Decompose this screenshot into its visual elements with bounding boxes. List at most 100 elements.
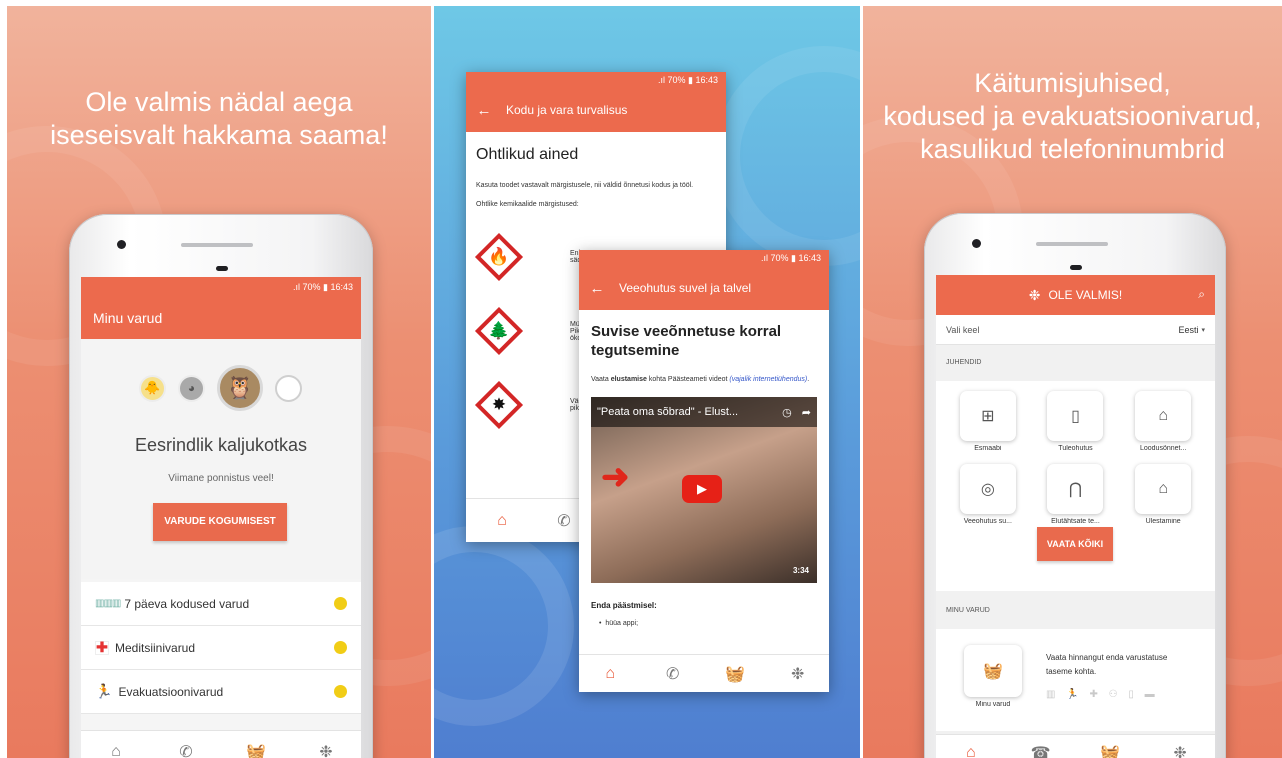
page-title: Minu varud	[93, 310, 163, 326]
water-bottles-icon: ▥▥▥	[95, 598, 121, 609]
app-bar: ❉ OLE VALMIS! ⌕	[936, 275, 1215, 315]
guide-card-water-safety: .ıl 70% ▮ 16:43 ← Veeohutus suvel ja tal…	[579, 250, 829, 692]
status-dot	[334, 641, 347, 654]
tile-vital-services[interactable]: ⋂ Elutähtsate te...	[1032, 464, 1120, 525]
basket-icon[interactable]: 🧺	[723, 662, 747, 686]
list-item-evacuation-supplies[interactable]: 🏃 Evakuatsioonivarud	[81, 670, 361, 714]
locked-badge-icon[interactable]	[275, 374, 302, 402]
article-body: Suvise veeõnnetuse korral tegutsemine Va…	[579, 310, 829, 627]
badge-row: 🐥 ◕ 🦉	[139, 365, 302, 411]
list-item-medical-supplies[interactable]: ✚ Meditsiinivarud	[81, 626, 361, 670]
status-bar: .ıl 70% ▮ 16:43	[761, 253, 821, 263]
language-value: Eesti	[1178, 324, 1199, 335]
article-subheading: Enda päästmisel:	[591, 601, 657, 610]
section-label: JUHENDID	[946, 359, 982, 366]
phone-frame: .ıl 70% ▮ 16:43 Minu varud 🐥 ◕ 🦉 Eesrind…	[69, 214, 373, 758]
language-selector[interactable]: Vali keel Eesti ▾	[936, 315, 1215, 345]
supplies-description: Vaata hinnangut enda varustatuse taseme …	[1046, 653, 1168, 676]
tile-natural-disasters[interactable]: ⌂ Loodusõnnet...	[1119, 391, 1207, 452]
app-logo-icon[interactable]: ❉	[786, 662, 810, 686]
status-dot	[334, 597, 347, 610]
red-arrow-icon: ➜	[601, 458, 630, 496]
header: .ıl 70% ▮ 16:43 ← Veeohutus suvel ja tal…	[579, 250, 829, 310]
shelter-icon: ⌂	[1135, 464, 1192, 514]
basket-icon[interactable]: 🧺	[1098, 741, 1122, 758]
status-bar: .ıl 70% ▮ 16:43	[293, 282, 353, 292]
app-logo-icon[interactable]: ❉	[1168, 741, 1192, 758]
clock-icon[interactable]: ◷	[782, 406, 792, 419]
list-item-home-supplies[interactable]: ▥▥▥ 7 päeva kodused varud	[81, 582, 361, 626]
page-title: Veeohutus suvel ja talvel	[619, 281, 752, 295]
first-aid-kit-icon: ⊞	[959, 391, 1016, 441]
home-icon[interactable]: ⌂	[490, 509, 514, 533]
supplies-list: ▥▥▥ 7 päeva kodused varud ✚ Meditsiiniva…	[81, 582, 361, 714]
app-bar: Minu varud	[81, 297, 361, 339]
article-paragraph: Ohtlike kemikaalide märgistused:	[476, 201, 579, 208]
panel-guides: .ıl 70% ▮ 16:43 ← Kodu ja vara turvalisu…	[434, 6, 860, 758]
chick-badge-icon[interactable]: 🐥	[139, 374, 166, 402]
internet-required-link[interactable]: (vajalik internetiühendus)	[729, 376, 807, 383]
flammable-hazard-icon: 🔥	[474, 232, 524, 282]
play-button-icon[interactable]: ▶	[682, 475, 722, 503]
video-player[interactable]: "Peata oma sõbrad" - Elust... ◷ ➦ ➜ ▶ 3:…	[591, 397, 817, 583]
lifebuoy-icon: ◎	[959, 464, 1016, 514]
fire-extinguisher-icon: ▯	[1047, 391, 1104, 441]
bullet-item: • hüüa appi;	[599, 620, 639, 627]
home-icon[interactable]: ⌂	[104, 740, 128, 758]
proximity-sensor	[1070, 265, 1082, 270]
tile-water-safety[interactable]: ◎ Veeohutus su...	[944, 464, 1032, 525]
phone-icon[interactable]: ✆	[174, 740, 198, 758]
search-icon[interactable]: ⌕	[1198, 287, 1205, 302]
tile-sheltering[interactable]: ⌂ Ülestamine	[1119, 464, 1207, 525]
share-icon[interactable]: ➦	[802, 406, 811, 419]
back-arrow-icon[interactable]: ←	[466, 102, 502, 119]
header: .ıl 70% ▮ 16:43 Minu varud	[81, 277, 361, 339]
home-icon[interactable]: ⌂	[598, 662, 622, 686]
my-supplies-card[interactable]: 🧺 Minu varud Vaata hinnangut enda varust…	[936, 629, 1215, 731]
background-decoration	[714, 46, 860, 266]
background-decoration	[434, 526, 574, 726]
app-bar: ← Veeohutus suvel ja talvel	[579, 266, 829, 310]
video-duration: 3:34	[792, 566, 809, 575]
phone-icon[interactable]: ☎	[1029, 741, 1053, 758]
bird-badge-icon[interactable]: ◕	[178, 374, 205, 402]
dropdown-arrow-icon: ▾	[1201, 326, 1205, 334]
promo-headline: Ole valmis nädal aega iseseisvalt hakkam…	[50, 87, 388, 150]
supply-icons-row: ▥ 🏃 ✚ ⚇ ▯ ▬	[1046, 689, 1159, 700]
environmental-hazard-icon: 🌲	[474, 306, 524, 356]
app-bar: ← Kodu ja vara turvalisus	[466, 88, 726, 132]
bottom-nav: ⌂ ✆ 🧺 ❉	[579, 654, 829, 692]
water-tap-icon: ⋂	[1047, 464, 1104, 514]
supplies-info-button[interactable]: VARUDE KOGUMISEST	[153, 503, 287, 541]
speaker-grille	[181, 243, 253, 247]
see-all-button[interactable]: VAATA KÕIKI	[1037, 527, 1113, 561]
phone-icon[interactable]: ✆	[661, 662, 685, 686]
promo-headline: Käitumisjuhised, kodused ja evakuatsioon…	[883, 68, 1262, 164]
basket-icon[interactable]: 🧺	[244, 740, 268, 758]
app-logo-icon[interactable]: ❉	[314, 740, 338, 758]
tile-fire-safety[interactable]: ▯ Tuleohutus	[1032, 391, 1120, 452]
bottom-nav: ⌂ ☎ 🧺 ❉	[936, 734, 1215, 758]
phone-icon[interactable]: ✆	[552, 509, 576, 533]
article-heading: Suvise veeõnnetuse korral tegutsemine	[591, 323, 782, 359]
phone-screen: ❉ OLE VALMIS! ⌕ Vali keel Eesti ▾ JUHEND…	[936, 275, 1215, 758]
tile-my-supplies[interactable]: 🧺 Minu varud	[964, 645, 1022, 708]
panel-supplies: Ole valmis nädal aega iseseisvalt hakkam…	[7, 6, 431, 758]
panel-overview: Käitumisjuhised, kodused ja evakuatsioon…	[863, 6, 1282, 758]
bottom-nav: ⌂ ✆ 🧺 ❉	[81, 730, 361, 758]
tile-first-aid[interactable]: ⊞ Esmaabi	[944, 391, 1032, 452]
front-camera	[117, 240, 126, 249]
level-subtitle: Viimane ponnistus veel!	[168, 473, 274, 484]
article-paragraph: Kasuta toodet vastavalt märgistusele, ni…	[476, 182, 694, 189]
health-hazard-icon: ✸	[474, 380, 524, 430]
back-arrow-icon[interactable]: ←	[579, 280, 615, 297]
medical-cross-icon: ✚	[95, 639, 109, 655]
proximity-sensor	[216, 266, 228, 271]
eagle-badge-icon[interactable]: 🦉	[217, 365, 263, 411]
running-person-icon: 🏃	[95, 683, 113, 699]
guides-grid: ⊞ Esmaabi ▯ Tuleohutus ⌂ Loodusõnnet... ◎ Ve…	[936, 391, 1215, 525]
section-label: MINU VARUD	[946, 607, 990, 614]
phone-frame: ❉ OLE VALMIS! ⌕ Vali keel Eesti ▾ JUHEND…	[924, 213, 1226, 758]
home-icon[interactable]: ⌂	[959, 741, 983, 758]
speaker-grille	[1036, 242, 1108, 246]
